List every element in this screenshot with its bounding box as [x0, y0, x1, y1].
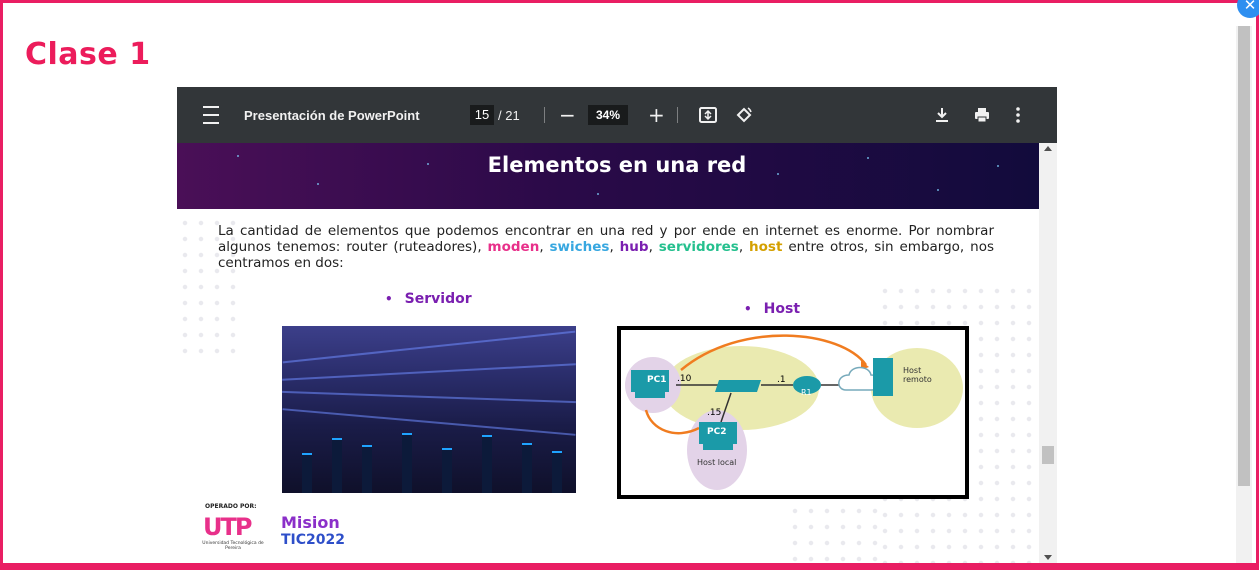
pdf-viewer: Presentación de PowerPoint 15 / 21 − 34%…: [177, 87, 1057, 563]
mision-tic-logo: Mision: [281, 513, 340, 532]
pdf-scrollbar[interactable]: [1039, 143, 1057, 563]
pdf-scrollbar-thumb[interactable]: [1042, 446, 1054, 464]
page-total: / 21: [498, 107, 520, 123]
page-number-input[interactable]: 15: [470, 87, 494, 143]
intro-paragraph: La cantidad de elementos que podemos enc…: [218, 223, 994, 271]
document-title: Presentación de PowerPoint: [244, 107, 420, 123]
label-host-local: Host local: [697, 458, 737, 467]
dot-pattern: [787, 503, 887, 563]
scroll-down-icon[interactable]: [1044, 555, 1052, 560]
fit-page-icon[interactable]: [698, 87, 718, 143]
modal-scrollbar[interactable]: [1236, 26, 1252, 566]
sponsor-logos: OPERADO POR: UTP Universidad Tecnológica…: [201, 501, 361, 561]
utp-subtitle: Universidad Tecnológica de Pereira: [202, 541, 264, 551]
download-icon[interactable]: [933, 87, 951, 143]
slide-page: Elementos en una red La cantidad de elem…: [177, 143, 1039, 563]
more-vert-icon[interactable]: [1015, 87, 1021, 143]
label-r1-ip: .1: [777, 375, 786, 385]
label-r1: R1: [801, 388, 812, 397]
zoom-out-button[interactable]: −: [559, 87, 576, 143]
mision-tic-year: TIC2022: [281, 532, 345, 548]
bullet-servidor: • Servidor: [385, 291, 472, 307]
toolbar-divider: [544, 107, 545, 123]
label-pc2: PC2: [707, 427, 727, 437]
zoom-level-input[interactable]: 34%: [588, 87, 628, 143]
pdf-toolbar: Presentación de PowerPoint 15 / 21 − 34%…: [177, 87, 1057, 143]
modal-bottom-border: [0, 563, 1259, 570]
modal-title: Clase 1: [25, 37, 151, 72]
scroll-up-icon[interactable]: [1044, 146, 1052, 151]
network-diagram: PC1 .10 PC2 .15 R1 .1 Host remoto Host lo…: [617, 326, 969, 499]
modal-scrollbar-thumb[interactable]: [1238, 26, 1250, 486]
toolbar-divider: [677, 107, 678, 123]
print-icon[interactable]: [973, 87, 991, 143]
label-host-remote: Host remoto: [903, 366, 932, 384]
server-room-image: [282, 326, 576, 493]
slide-title: Elementos en una red: [487, 153, 747, 177]
bullet-host: • Host: [744, 301, 801, 317]
zoom-in-button[interactable]: +: [648, 87, 665, 143]
utp-logo: UTP: [203, 513, 252, 541]
label-pc1: PC1: [647, 375, 667, 385]
menu-icon[interactable]: [201, 87, 221, 143]
rotate-icon[interactable]: [734, 87, 754, 143]
label-pc2-ip: .15: [707, 408, 722, 418]
operado-label: OPERADO POR:: [205, 503, 257, 510]
label-pc1-ip: .10: [677, 374, 692, 384]
